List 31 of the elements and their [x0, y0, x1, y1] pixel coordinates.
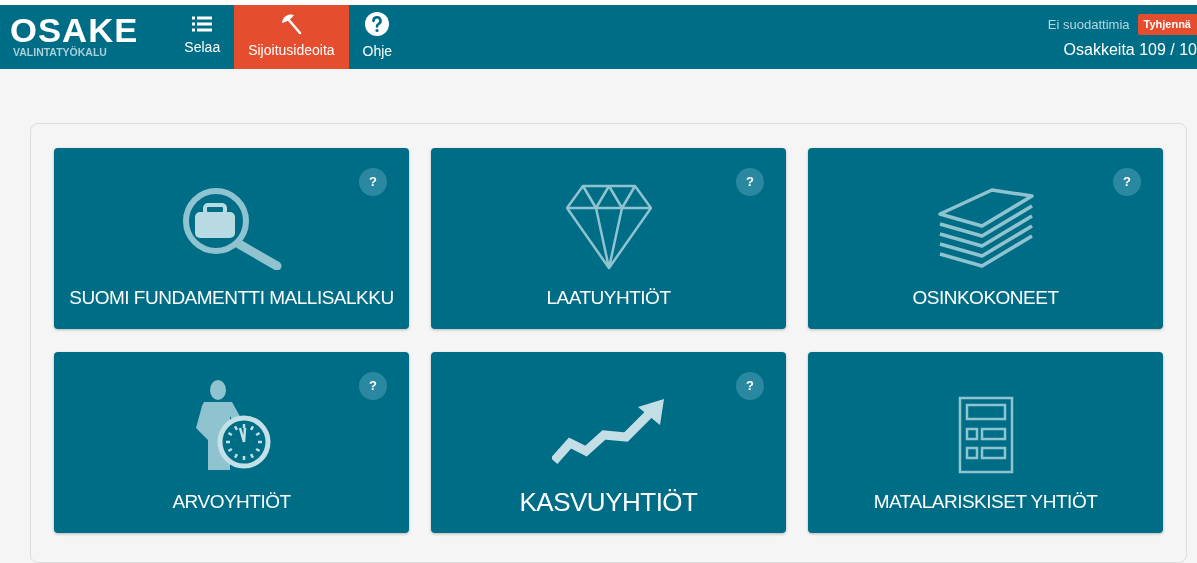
idea-card[interactable]: MATALARISKISET YHTIÖT [808, 352, 1163, 533]
list-icon [192, 15, 213, 32]
clear-button[interactable]: Tyhjennä [1137, 14, 1197, 35]
card-title: MATALARISKISET YHTIÖT [873, 490, 1098, 515]
card-title: LAATUYHTIÖT [546, 286, 671, 311]
help-button[interactable]: ? [1113, 168, 1141, 196]
diamond-icon [565, 184, 652, 271]
calculator-icon [957, 396, 1014, 475]
idea-card[interactable]: ? OSINKOKONEET [808, 148, 1163, 329]
idea-card[interactable]: ? SUOMI FUNDAMENTTI MALLISALKKU [54, 148, 409, 329]
stock-count: Osakkeita 109 / 10 [1063, 39, 1197, 60]
card-title: KASVUYHTIÖT [519, 486, 698, 519]
logo-subtitle: VALINTATYÖKALU [13, 45, 108, 58]
idea-card[interactable]: ? LAATUYHTIÖT [431, 148, 786, 329]
nav-tab[interactable]: Sijoitusideoita [234, 4, 349, 69]
card-title: OSINKOKONEET [912, 286, 1059, 311]
idea-card[interactable]: ? ARVOYHTIÖT [54, 352, 409, 533]
logo-title: OSAKE [9, 15, 139, 46]
idea-card[interactable]: ? KASVUYHTIÖT [431, 352, 786, 533]
help-icon [365, 11, 390, 36]
help-button[interactable]: ? [736, 168, 764, 196]
help-button[interactable]: ? [359, 372, 387, 400]
nav-tab[interactable]: Selaa [170, 4, 235, 69]
card-title: ARVOYHTIÖT [172, 490, 291, 515]
help-button[interactable]: ? [359, 168, 387, 196]
paper-stack-icon [937, 188, 1034, 271]
magnifier-briefcase-icon [180, 188, 283, 271]
nav-tab[interactable]: Ohje [348, 4, 407, 69]
filter-status: Ei suodattimia [1047, 15, 1130, 34]
help-button[interactable]: ? [736, 372, 764, 400]
card-title: SUOMI FUNDAMENTTI MALLISALKKU [69, 286, 394, 311]
